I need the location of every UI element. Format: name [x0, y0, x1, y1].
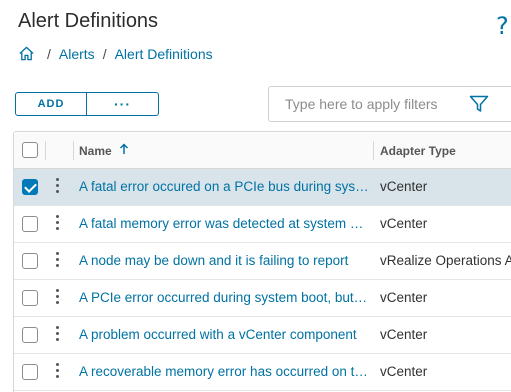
row-checkbox[interactable] [22, 179, 38, 195]
arrow-up-icon[interactable] [119, 143, 129, 155]
adapter-type: vCenter [380, 216, 428, 231]
column-header-adapter-type[interactable]: Adapter Type [380, 144, 456, 158]
alert-name-link[interactable]: A node may be down and it is failing to … [79, 253, 369, 268]
row-actions-icon[interactable] [56, 215, 60, 233]
table-row[interactable]: A fatal error occured on a PCIe bus duri… [14, 169, 511, 206]
filter-input[interactable]: Type here to apply filters [268, 86, 511, 122]
row-checkbox[interactable] [22, 216, 38, 232]
alert-name-link[interactable]: A fatal error occured on a PCIe bus duri… [79, 179, 369, 194]
add-button[interactable]: ADD [16, 93, 87, 115]
column-divider[interactable] [373, 141, 374, 160]
row-actions-icon[interactable] [56, 289, 60, 307]
alert-name-link[interactable]: A PCIe error occurred during system boot… [79, 290, 369, 305]
row-actions-icon[interactable] [56, 363, 60, 381]
home-icon[interactable] [18, 45, 35, 62]
more-actions-button[interactable]: ··· [87, 93, 158, 115]
funnel-icon[interactable] [469, 95, 489, 113]
column-divider [45, 141, 46, 160]
alert-name-link[interactable]: A recoverable memory error has occurred … [79, 364, 369, 379]
select-all-checkbox[interactable] [22, 142, 38, 158]
table-row[interactable]: A PCIe error occurred during system boot… [14, 280, 511, 317]
table-row[interactable]: A node may be down and it is failing to … [14, 243, 511, 280]
row-checkbox[interactable] [22, 253, 38, 269]
column-divider [73, 141, 74, 160]
breadcrumb: / Alerts / Alert Definitions [18, 45, 213, 62]
alert-definitions-grid: Name Adapter Type A fatal error occured … [13, 131, 511, 392]
help-icon[interactable]: ? [496, 12, 509, 40]
row-actions-icon[interactable] [56, 326, 60, 344]
breadcrumb-separator: / [47, 45, 51, 62]
breadcrumb-separator: / [102, 45, 107, 62]
adapter-type: vCenter [380, 179, 428, 194]
table-row[interactable]: A recoverable memory error has occurred … [14, 354, 511, 391]
row-actions-icon[interactable] [56, 252, 60, 270]
table-row[interactable]: A problem occurred with a vCenter compon… [14, 317, 511, 354]
breadcrumb-alerts[interactable]: Alerts [59, 46, 95, 62]
adapter-type: vCenter [380, 364, 428, 379]
alert-name-link[interactable]: A fatal memory error was detected at sys… [79, 216, 369, 231]
toolbar-button-group: ADD ··· [15, 92, 159, 116]
row-checkbox[interactable] [22, 327, 38, 343]
row-checkbox[interactable] [22, 290, 38, 306]
alert-name-link[interactable]: A problem occurred with a vCenter compon… [79, 327, 369, 342]
breadcrumb-alert-definitions[interactable]: Alert Definitions [115, 46, 213, 62]
adapter-type: vCenter [380, 290, 428, 305]
row-actions-icon[interactable] [56, 178, 60, 196]
adapter-type: vRealize Operations Adapter [380, 253, 511, 268]
column-header-name[interactable]: Name [79, 144, 112, 158]
grid-header: Name Adapter Type [14, 132, 511, 169]
page-title: Alert Definitions [18, 10, 159, 32]
filter-placeholder: Type here to apply filters [285, 96, 438, 112]
adapter-type: vCenter [380, 327, 428, 342]
row-checkbox[interactable] [22, 364, 38, 380]
table-row[interactable]: A fatal memory error was detected at sys… [14, 206, 511, 243]
